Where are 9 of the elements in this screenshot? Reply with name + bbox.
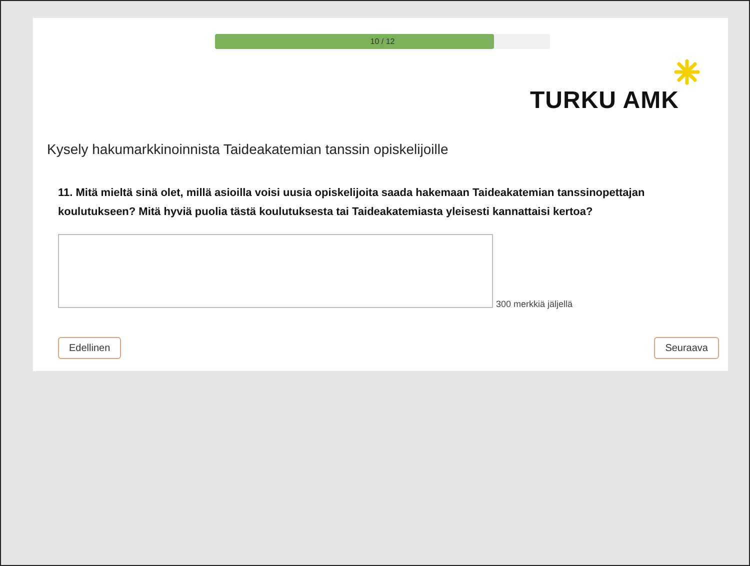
next-button[interactable]: Seuraava bbox=[654, 337, 719, 359]
asterisk-icon bbox=[674, 59, 700, 85]
logo: TURKU AMK bbox=[530, 59, 700, 119]
answer-field[interactable] bbox=[58, 234, 493, 308]
previous-button[interactable]: Edellinen bbox=[58, 337, 122, 359]
character-counter: 300 merkkiä jäljellä bbox=[496, 298, 573, 311]
progress-label: 10 / 12 bbox=[369, 36, 396, 48]
survey-title: Kysely hakumarkkinoinnista Taideakatemian tanssin opiskelijoille bbox=[47, 140, 450, 159]
question-text: 11. Mitä mieltä sinä olet, millä asioilla voisi uusia opiskelijoita saada hakemaan Taideakatemian tanssinopettajan koulutukseen? Mitä hyviä puolia tästä koulutuksesta tai Taideakatemiasta yleisesti kannattaisi kertoa? bbox=[58, 186, 646, 220]
